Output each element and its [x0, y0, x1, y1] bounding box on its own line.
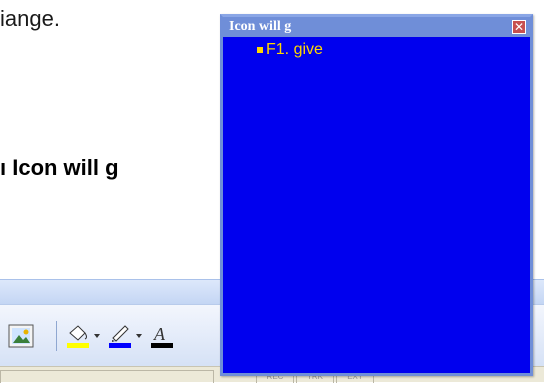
- fill-color-icon: [67, 325, 89, 348]
- chevron-down-icon[interactable]: [94, 334, 100, 338]
- popup-titlebar[interactable]: Icon will g ✕: [223, 17, 530, 37]
- document-text-line: iange.: [0, 6, 60, 31]
- fill-color-swatch: [67, 343, 89, 348]
- bullet-icon: [257, 47, 263, 53]
- picture-icon: [8, 324, 34, 348]
- toolbar-separator: [56, 321, 57, 351]
- fill-color-button[interactable]: [66, 323, 100, 349]
- close-icon[interactable]: ✕: [512, 20, 526, 34]
- font-color-swatch: [151, 343, 173, 348]
- line-color-icon: [109, 325, 131, 348]
- font-color-button[interactable]: A: [150, 323, 174, 349]
- line-color-button[interactable]: [108, 323, 142, 349]
- document-bold-text-line: ı Icon will g: [0, 155, 119, 180]
- icon-popup-window[interactable]: Icon will g ✕ F1. give: [220, 14, 533, 376]
- list-item-label: F1. give: [266, 41, 323, 58]
- font-color-icon: A: [151, 324, 173, 348]
- chevron-down-icon[interactable]: [136, 334, 142, 338]
- popup-title: Icon will g: [229, 19, 292, 34]
- list-item[interactable]: F1. give: [257, 41, 530, 59]
- status-cell: [0, 370, 214, 383]
- insert-picture-button[interactable]: [8, 323, 34, 349]
- popup-body: F1. give: [223, 37, 530, 59]
- line-color-swatch: [109, 343, 131, 348]
- svg-text:A: A: [153, 324, 166, 344]
